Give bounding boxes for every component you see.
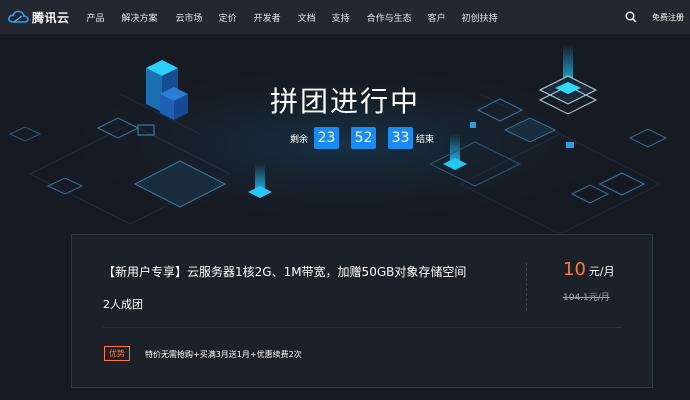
- offer-perks: 特价无需抢购+买满3月送1月+优惠续费2次: [145, 350, 302, 359]
- nav-menu: 产品 解决方案 云市场 定价 开发者 文档 支持 合作与生态 客户 初创扶持: [87, 11, 498, 24]
- nav-item-docs[interactable]: 文档: [298, 11, 316, 24]
- hero-banner: 拼团进行中 剩余 23 52 33 结束: [0, 34, 690, 234]
- nav-item-products[interactable]: 产品: [87, 11, 105, 24]
- group-buy-offer-card[interactable]: 【新用户专享】云服务器1核2G、1M带宽，加赠50GB对象存储空间 2人成团 1…: [71, 234, 653, 388]
- hero-title: 拼团进行中: [269, 85, 420, 118]
- countdown-timer: 剩余 23 52 33 结束: [290, 127, 434, 149]
- countdown-minutes: 52: [351, 127, 377, 149]
- nav-item-startup[interactable]: 初创扶持: [462, 11, 498, 24]
- original-price: 104.1元/月: [563, 293, 610, 303]
- nav-item-support[interactable]: 支持: [332, 11, 350, 24]
- countdown-hours: 23: [314, 127, 340, 149]
- price-value: 10: [563, 259, 586, 280]
- nav-item-developers[interactable]: 开发者: [254, 11, 281, 24]
- group-size-label: 2人成团: [103, 298, 143, 311]
- register-link[interactable]: 免费注册: [652, 12, 684, 23]
- countdown-suffix: 结束: [416, 134, 435, 145]
- advantage-badge: 优势: [104, 346, 130, 361]
- logo-text: 腾讯云: [32, 10, 70, 25]
- offer-title: 【新用户专享】云服务器1核2G、1M带宽，加赠50GB对象存储空间: [103, 265, 467, 279]
- nav-item-marketplace[interactable]: 云市场: [176, 11, 203, 24]
- price-unit: 元/月: [588, 265, 615, 278]
- countdown-seconds: 33: [388, 127, 414, 149]
- cloud-logo-icon: [8, 10, 29, 23]
- search-icon[interactable]: [625, 11, 637, 23]
- vertical-divider: [526, 263, 527, 311]
- nav-item-customers[interactable]: 客户: [428, 11, 446, 24]
- price: 10 元/月: [563, 259, 615, 280]
- nav-item-solutions[interactable]: 解决方案: [122, 11, 158, 24]
- top-nav: 腾讯云 产品 解决方案 云市场 定价 开发者 文档 支持 合作与生态 客户 初创…: [0, 0, 690, 34]
- countdown-prefix: 剩余: [290, 134, 309, 145]
- nav-item-pricing[interactable]: 定价: [219, 11, 237, 24]
- nav-item-partners[interactable]: 合作与生态: [367, 11, 412, 24]
- horizontal-divider: [103, 327, 622, 328]
- logo[interactable]: 腾讯云: [7, 9, 70, 26]
